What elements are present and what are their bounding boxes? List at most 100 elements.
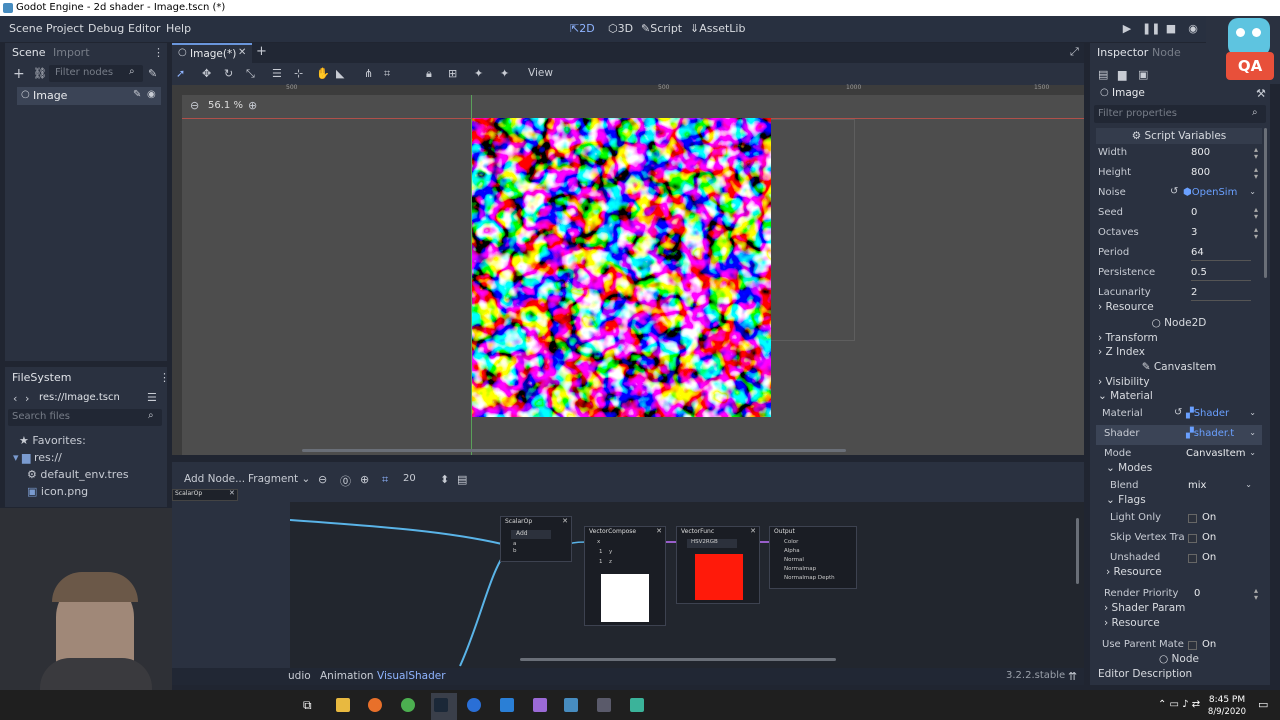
vector-func-node[interactable]: VectorFunc ✕ HSV2RGB [676, 526, 760, 604]
close-icon[interactable]: ✕ [750, 527, 756, 535]
tab-image[interactable]: ○ Image(*) ✕ [172, 43, 252, 63]
filter-properties-input[interactable]: Filter properties ⌕ [1094, 105, 1266, 123]
open-resource-icon[interactable]: ▆ [1118, 68, 1126, 81]
zoom-reset-icon[interactable]: ⓪ [340, 473, 351, 489]
ruler-tool-icon[interactable]: ◣ [336, 67, 344, 80]
list-item[interactable]: ★ Favorites: [19, 434, 86, 447]
play-icon[interactable]: ▶ [1120, 22, 1134, 35]
resource3-section[interactable]: › Resource [1104, 617, 1266, 633]
pivot-icon[interactable]: ⊹ [294, 67, 303, 80]
steam-icon[interactable] [434, 698, 448, 712]
close-icon[interactable]: ✕ [656, 527, 662, 535]
zoom-out-icon[interactable]: ⊖ [318, 473, 327, 486]
shader-param-section[interactable]: › Shader Param [1104, 602, 1266, 618]
clock-date[interactable]: 8/9/2020 [1206, 707, 1248, 717]
filter-nodes-input[interactable]: Filter nodes ⌕ [49, 65, 143, 82]
graph-vertical-scrollbar[interactable] [1076, 518, 1079, 584]
menu-debug[interactable]: Debug [88, 22, 124, 35]
tree-item-image[interactable]: ○ Image ✎ ◉ [17, 87, 161, 105]
search-files-input[interactable]: Search files ⌕ [8, 409, 162, 426]
save-resource-icon[interactable]: ▣ [1138, 68, 1148, 81]
expand-panel-icon[interactable]: ⇈ [1068, 670, 1077, 683]
menu-scene[interactable]: Scene [9, 22, 43, 35]
prop-light-only[interactable]: Light Only On [1096, 509, 1262, 529]
script-variables-header[interactable]: ⚙ Script Variables [1096, 128, 1262, 144]
zoom-level[interactable]: 56.1 % [208, 100, 243, 111]
snap-value[interactable]: 20 [403, 473, 416, 484]
script-icon[interactable]: ✎ [133, 89, 141, 100]
add-node-button[interactable]: Add Node... [184, 473, 245, 485]
vector-compose-node[interactable]: VectorCompose ✕ x 1 y 1 z [584, 526, 666, 626]
minimap-icon[interactable]: ▤ [457, 473, 467, 486]
firefox-icon[interactable] [368, 698, 382, 712]
output-node[interactable]: Output Color Alpha Normal Normalmap Norm… [769, 526, 857, 589]
pan-tool-icon[interactable]: ✋ [316, 67, 330, 80]
shader-mode-select[interactable]: Fragment ⌄ [248, 473, 310, 485]
bone-icon[interactable]: ✦ [474, 67, 483, 80]
tray-icons[interactable]: ⌃ ▭ ♪ ⇄ [1158, 699, 1200, 710]
prop-seed[interactable]: Seed 0 ▴ ▾ [1096, 204, 1262, 224]
link-icon[interactable]: ⛓ [33, 67, 47, 80]
canvas-viewport[interactable]: 500 500 1000 1500 ⊖ 56.1 % ⊕ [172, 84, 1084, 455]
prop-skip-vertex[interactable]: Skip Vertex Tra On [1096, 529, 1262, 549]
back-icon[interactable]: ‹ [13, 392, 17, 405]
editor-description[interactable]: Editor Description [1098, 668, 1260, 684]
snap-options-icon[interactable]: ⌗ [384, 67, 390, 81]
tools-icon[interactable]: ⚒ [1256, 87, 1266, 100]
filesystem-path[interactable]: res://Image.tscn [39, 392, 120, 403]
zindex-section[interactable]: › Z Index [1098, 346, 1260, 362]
workspace-assetlib[interactable]: ⇓AssetLib [690, 22, 745, 35]
tab-audio[interactable]: udio [288, 670, 311, 682]
shader-graph[interactable]: ScalarOp ✕ Add a b VectorCompose ✕ x 1 y… [290, 502, 1084, 668]
tab-animation[interactable]: Animation [320, 670, 374, 682]
tab-inspector[interactable]: Inspector [1097, 46, 1148, 59]
vscode-icon[interactable] [500, 698, 514, 712]
modes-section[interactable]: ⌄ Modes [1106, 462, 1268, 478]
dock-menu-icon[interactable]: ⋮ [159, 371, 170, 384]
noise-texture-image[interactable] [472, 118, 771, 417]
scalar-op-node[interactable]: ScalarOp ✕ Add a b [500, 516, 572, 562]
chrome-icon[interactable] [401, 698, 415, 712]
resource-section[interactable]: › Resource [1098, 301, 1260, 317]
app-icon[interactable] [533, 698, 547, 712]
close-icon[interactable]: ✕ [229, 489, 235, 497]
graph-horizontal-scrollbar[interactable] [520, 658, 836, 661]
resource2-section[interactable]: › Resource [1106, 566, 1268, 582]
prop-noise[interactable]: Noise ↺ ⬢OpenSim ⌄ [1096, 184, 1262, 204]
spin-icon[interactable]: ⬍ [440, 473, 449, 486]
prop-octaves[interactable]: Octaves 3 ▴ ▾ [1096, 224, 1262, 244]
close-icon[interactable]: ✕ [238, 47, 246, 58]
workspace-3d[interactable]: ⬡3D [608, 22, 633, 35]
prop-width[interactable]: Width 800 ▴ ▾ [1096, 144, 1262, 164]
zoom-out-icon[interactable]: ⊖ [190, 99, 199, 112]
forward-icon[interactable]: › [25, 392, 29, 405]
list-item[interactable]: ▣ icon.png [27, 485, 88, 498]
move-tool-icon[interactable]: ✥ [202, 67, 211, 80]
material-section[interactable]: ⌄ Material [1098, 390, 1260, 406]
workspace-2d[interactable]: ⇱2D [570, 22, 595, 35]
snap-icon[interactable]: ⌗ [382, 473, 388, 487]
dock-menu-icon[interactable]: ⋮ [153, 46, 164, 59]
maps-icon[interactable] [467, 698, 481, 712]
tab-import[interactable]: Import [53, 46, 90, 59]
lock-icon[interactable]: 🔒︎ [426, 67, 432, 81]
tab-scene[interactable]: Scene [12, 46, 46, 59]
new-resource-icon[interactable]: ▤ [1098, 68, 1108, 81]
tab-node[interactable]: Node [1152, 46, 1181, 59]
list-item[interactable]: ⚙ default_env.tres [27, 468, 129, 481]
terminal-icon[interactable] [597, 698, 611, 712]
flags-section[interactable]: ⌄ Flags [1106, 494, 1268, 510]
godot-taskbar-icon[interactable] [564, 698, 578, 712]
func-select[interactable]: HSV2RGB [687, 539, 737, 548]
visibility-eye-icon[interactable]: ◉ [147, 89, 156, 100]
script-attach-icon[interactable]: ✎ [148, 67, 157, 80]
inspector-scrollbar[interactable] [1264, 128, 1267, 278]
file-explorer-icon[interactable] [336, 698, 350, 712]
prop-height[interactable]: Height 800 ▴ ▾ [1096, 164, 1262, 184]
distraction-free-icon[interactable]: ⤢ [1070, 45, 1079, 59]
list-select-icon[interactable]: ☰ [272, 67, 282, 80]
workspace-script[interactable]: ✎Script [641, 22, 682, 35]
skeleton-icon[interactable]: ✦ [500, 67, 509, 80]
scale-tool-icon[interactable]: ⤡ [246, 67, 255, 81]
rotate-tool-icon[interactable]: ↻ [224, 67, 233, 80]
